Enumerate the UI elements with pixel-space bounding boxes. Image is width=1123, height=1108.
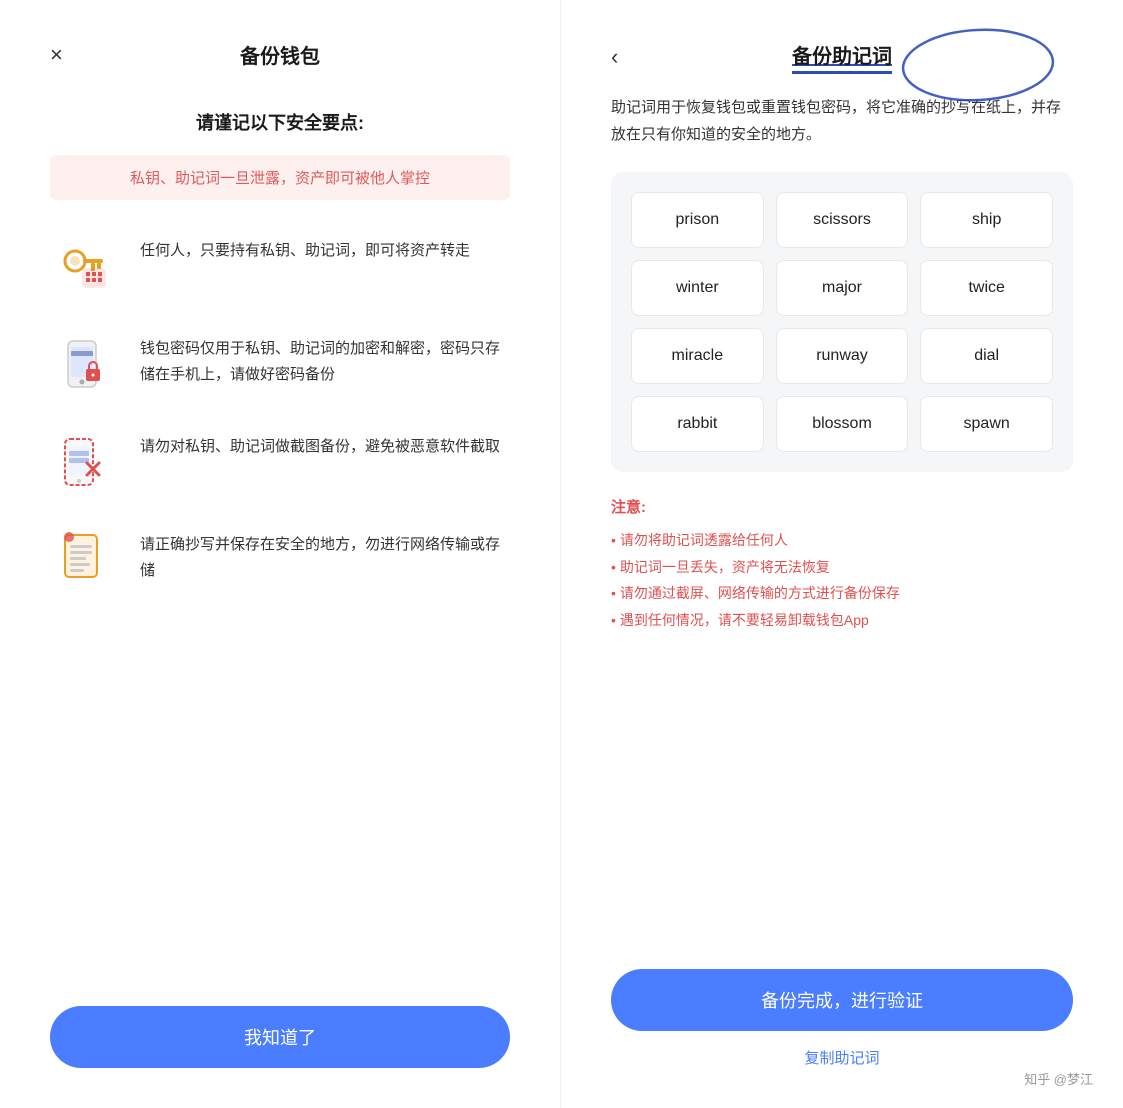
mnemonic-word-5: major bbox=[776, 260, 909, 316]
security-item-copy-text: 请正确抄写并保存在安全的地方，勿进行网络传输或存储 bbox=[140, 524, 510, 583]
warning-banner: 私钥、助记词一旦泄露，资产即可被他人掌控 bbox=[50, 155, 510, 200]
note-item-1: 请勿将助记词透露给任何人 bbox=[611, 527, 1073, 554]
security-item-transfer: 任何人，只要持有私钥、助记词，即可将资产转走 bbox=[50, 230, 510, 300]
left-subtitle: 请谨记以下安全要点: bbox=[50, 109, 510, 135]
left-panel: × 备份钱包 请谨记以下安全要点: 私钥、助记词一旦泄露，资产即可被他人掌控 bbox=[0, 0, 561, 1108]
notes-title: 注意: bbox=[611, 496, 1073, 517]
bottom-actions: 备份完成，进行验证 复制助记词 bbox=[611, 969, 1073, 1068]
mnemonic-word-7: miracle bbox=[631, 328, 764, 384]
security-items: 任何人，只要持有私钥、助记词，即可将资产转走 钱包密码仅用于私钥、助记词的加密和… bbox=[50, 230, 510, 976]
left-header: × 备份钱包 bbox=[50, 40, 510, 69]
mnemonic-word-9: dial bbox=[920, 328, 1053, 384]
phone-screenshot-icon bbox=[50, 426, 120, 496]
key-card-icon bbox=[50, 230, 120, 300]
phone-lock-icon bbox=[50, 328, 120, 398]
document-icon bbox=[50, 524, 120, 594]
right-description: 助记词用于恢复钱包或重置钱包密码，将它准确的抄写在纸上，并存放在只有你知道的安全… bbox=[611, 94, 1073, 148]
left-title: 备份钱包 bbox=[240, 40, 320, 69]
ok-button[interactable]: 我知道了 bbox=[50, 1006, 510, 1068]
notes-list: 请勿将助记词透露给任何人助记词一旦丢失，资产将无法恢复请勿通过截屏、网络传输的方… bbox=[611, 527, 1073, 633]
mnemonic-word-3: ship bbox=[920, 192, 1053, 248]
security-item-screenshot-text: 请勿对私钥、助记词做截图备份，避免被恶意软件截取 bbox=[140, 426, 500, 460]
note-item-3: 请勿通过截屏、网络传输的方式进行备份保存 bbox=[611, 580, 1073, 607]
right-title: 备份助记词 bbox=[792, 40, 892, 74]
right-panel: ‹ 备份助记词 助记词用于恢复钱包或重置钱包密码，将它准确的抄写在纸上，并存放在… bbox=[561, 0, 1123, 1108]
security-item-copy: 请正确抄写并保存在安全的地方，勿进行网络传输或存储 bbox=[50, 524, 510, 594]
security-item-transfer-text: 任何人，只要持有私钥、助记词，即可将资产转走 bbox=[140, 230, 470, 264]
mnemonic-word-12: spawn bbox=[920, 396, 1053, 452]
security-item-screenshot: 请勿对私钥、助记词做截图备份，避免被恶意软件截取 bbox=[50, 426, 510, 496]
mnemonic-word-4: winter bbox=[631, 260, 764, 316]
back-button[interactable]: ‹ bbox=[611, 44, 618, 70]
mnemonic-word-6: twice bbox=[920, 260, 1053, 316]
verify-button[interactable]: 备份完成，进行验证 bbox=[611, 969, 1073, 1031]
mnemonic-word-2: scissors bbox=[776, 192, 909, 248]
close-button[interactable]: × bbox=[50, 44, 63, 66]
notes-section: 注意: 请勿将助记词透露给任何人助记词一旦丢失，资产将无法恢复请勿通过截屏、网络… bbox=[611, 496, 1073, 633]
security-item-password: 钱包密码仅用于私钥、助记词的加密和解密，密码只存储在手机上，请做好密码备份 bbox=[50, 328, 510, 398]
watermark: 知乎 @梦江 bbox=[1024, 1069, 1093, 1088]
note-item-2: 助记词一旦丢失，资产将无法恢复 bbox=[611, 554, 1073, 581]
mnemonic-word-11: blossom bbox=[776, 396, 909, 452]
right-header: ‹ 备份助记词 bbox=[611, 40, 1073, 74]
mnemonic-word-1: prison bbox=[631, 192, 764, 248]
mnemonic-word-10: rabbit bbox=[631, 396, 764, 452]
mnemonic-word-8: runway bbox=[776, 328, 909, 384]
note-item-4: 遇到任何情况，请不要轻易卸载钱包App bbox=[611, 607, 1073, 634]
mnemonic-grid: prisonscissorsship wintermajortwice miracl… bbox=[611, 172, 1073, 472]
copy-mnemonic-button[interactable]: 复制助记词 bbox=[804, 1047, 879, 1068]
security-item-password-text: 钱包密码仅用于私钥、助记词的加密和解密，密码只存储在手机上，请做好密码备份 bbox=[140, 328, 510, 387]
